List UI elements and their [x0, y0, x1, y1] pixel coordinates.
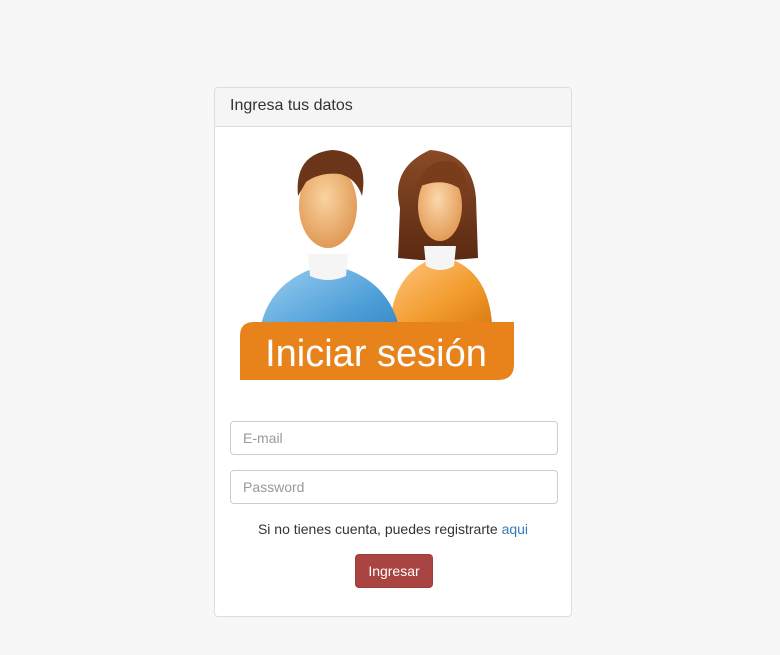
email-field[interactable] [230, 421, 558, 455]
users-login-icon: Iniciar sesión [240, 150, 514, 380]
register-text: Si no tienes cuenta, puedes registrarte [257, 521, 498, 537]
register-link[interactable]: aqui [502, 521, 528, 537]
register-prompt: Si no tienes cuenta, puedes registrarte … [215, 521, 571, 537]
login-panel: Ingresa tus datos Iniciar sesión E-mail … [214, 87, 572, 617]
submit-button[interactable]: Ingresar [355, 554, 433, 588]
banner-text: Iniciar sesión [265, 333, 487, 375]
password-field[interactable] [230, 470, 558, 504]
panel-heading: Ingresa tus datos [215, 88, 571, 127]
